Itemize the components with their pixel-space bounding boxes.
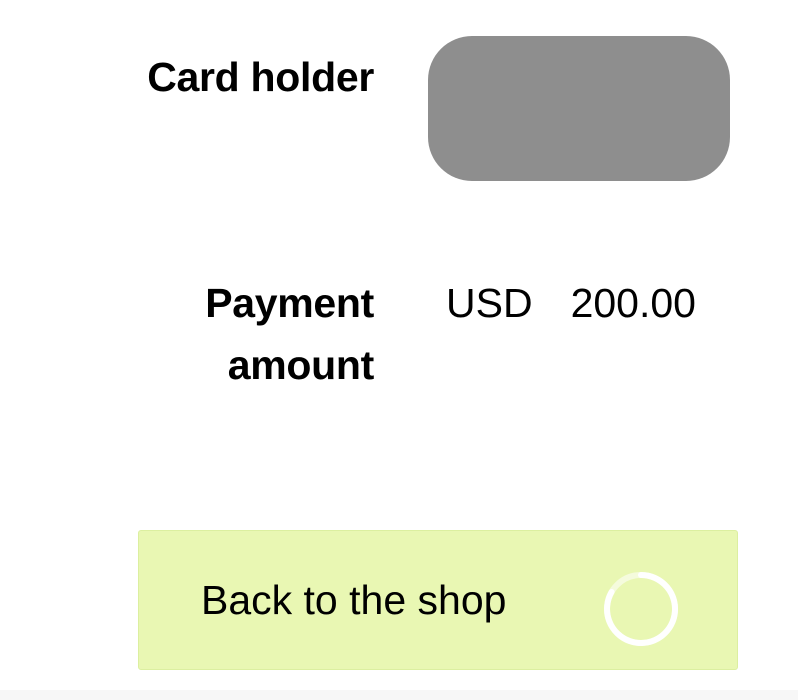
currency-code: USD <box>446 280 533 326</box>
payment-amount-value: USD 200.00 <box>446 272 696 334</box>
payment-amount-label-line1: Payment <box>205 280 374 326</box>
amount-number: 200.00 <box>570 280 696 326</box>
payment-amount-label: Payment amount <box>205 272 374 396</box>
card-holder-value-redacted <box>428 36 730 181</box>
bottom-edge <box>0 690 798 700</box>
payment-amount-label-line2: amount <box>227 342 375 388</box>
back-to-shop-button-label: Back to the shop <box>201 577 507 623</box>
back-to-shop-button[interactable]: Back to the shop <box>138 530 738 670</box>
card-holder-label: Card holder <box>147 54 374 100</box>
loading-spinner-icon <box>604 572 679 646</box>
